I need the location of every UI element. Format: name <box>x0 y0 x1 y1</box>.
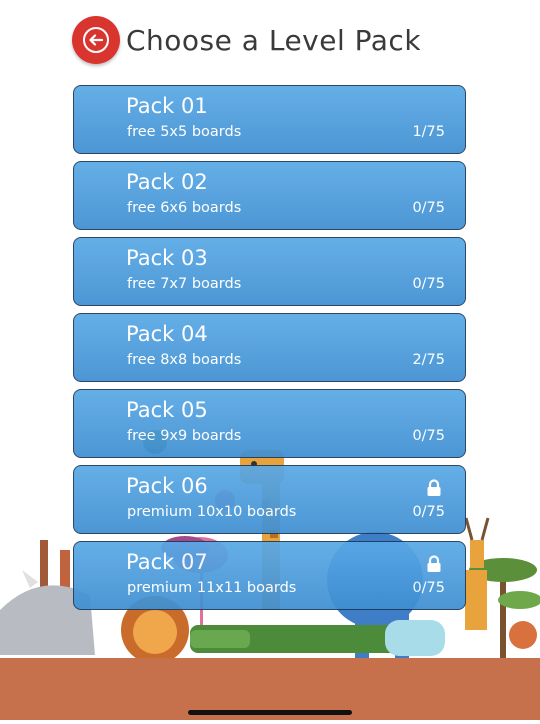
pack-name: Pack 03 <box>126 246 208 270</box>
pack-description: free 7x7 boards <box>127 276 242 292</box>
pack-list: Pack 01 free 5x5 boards 1/75 Pack 02 fre… <box>73 85 466 617</box>
pack-progress: 0/75 <box>412 504 445 520</box>
pack-name: Pack 02 <box>126 170 208 194</box>
pack-description: premium 11x11 boards <box>127 580 297 596</box>
pack-progress: 0/75 <box>412 428 445 444</box>
pack-button-03[interactable]: Pack 03 free 7x7 boards 0/75 <box>73 237 466 306</box>
pack-name: Pack 07 <box>126 550 208 574</box>
pack-progress: 1/75 <box>412 124 445 140</box>
pack-button-06[interactable]: Pack 06 premium 10x10 boards 0/75 <box>73 465 466 534</box>
home-indicator[interactable] <box>188 710 352 715</box>
pack-name: Pack 04 <box>126 322 208 346</box>
pack-name: Pack 05 <box>126 398 208 422</box>
pack-button-05[interactable]: Pack 05 free 9x9 boards 0/75 <box>73 389 466 458</box>
pack-button-07[interactable]: Pack 07 premium 11x11 boards 0/75 <box>73 541 466 610</box>
back-button[interactable] <box>72 16 120 64</box>
pack-description: premium 10x10 boards <box>127 504 297 520</box>
page-title: Choose a Level Pack <box>126 23 422 57</box>
back-arrow-icon <box>83 27 109 53</box>
pack-button-01[interactable]: Pack 01 free 5x5 boards 1/75 <box>73 85 466 154</box>
pack-description: free 6x6 boards <box>127 200 242 216</box>
lock-icon <box>425 479 443 497</box>
pack-button-02[interactable]: Pack 02 free 6x6 boards 0/75 <box>73 161 466 230</box>
pack-description: free 9x9 boards <box>127 428 242 444</box>
pack-progress: 0/75 <box>412 580 445 596</box>
pack-name: Pack 06 <box>126 474 208 498</box>
pack-description: free 8x8 boards <box>127 352 242 368</box>
header: Choose a Level Pack <box>72 14 421 66</box>
lock-icon <box>425 555 443 573</box>
pack-name: Pack 01 <box>126 94 208 118</box>
pack-progress: 0/75 <box>412 276 445 292</box>
pack-description: free 5x5 boards <box>127 124 242 140</box>
pack-button-04[interactable]: Pack 04 free 8x8 boards 2/75 <box>73 313 466 382</box>
pack-progress: 0/75 <box>412 200 445 216</box>
pack-progress: 2/75 <box>412 352 445 368</box>
